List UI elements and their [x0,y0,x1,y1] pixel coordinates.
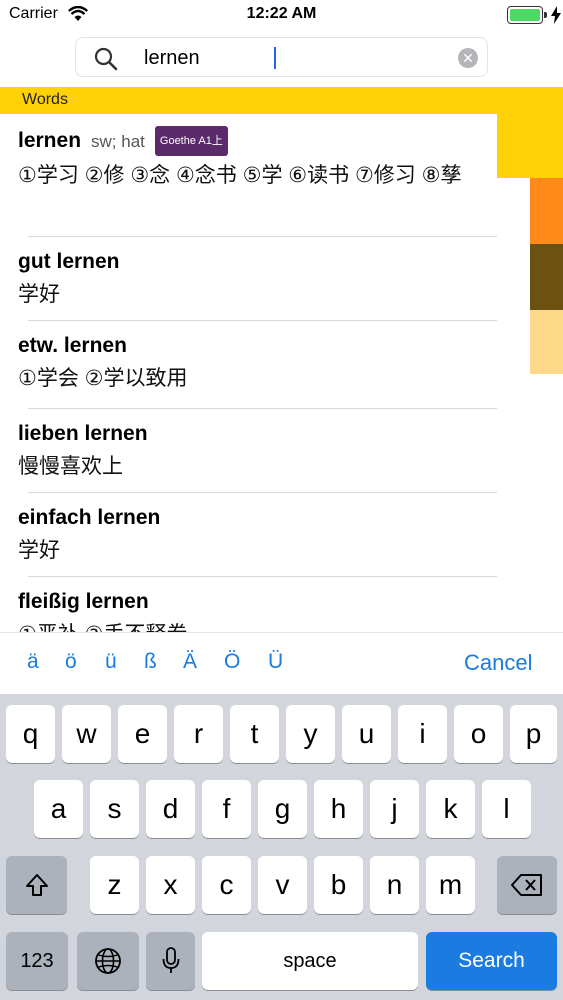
key-w[interactable]: w [62,705,111,763]
list-item[interactable]: einfach lernen 学好 [0,493,497,577]
entry-word: etw. lernen [18,334,127,357]
key-l[interactable]: l [482,780,531,838]
entry-word: gut lernen [18,250,120,273]
charging-bolt-icon [551,6,561,24]
delete-key[interactable] [497,856,557,914]
key-s[interactable]: s [90,780,139,838]
section-index-strips[interactable] [530,178,563,374]
search-icon [94,47,118,71]
search-input[interactable] [144,44,444,72]
key-v[interactable]: v [258,856,307,914]
entry-definition: 慢慢喜欢上 [18,455,123,478]
list-item[interactable]: fleißig lernen ①恶补 ②手不释卷 [0,577,497,632]
results-list[interactable]: lernen sw; hat Goethe A1上 ①学习 ②修 ③念 ④念书 ⑤学… [0,114,497,632]
clear-icon[interactable]: ✕ [458,48,478,68]
accent-key[interactable]: ü [105,650,117,674]
entry-definition: 学好 [18,539,60,562]
section-header: Words [0,87,563,114]
entry-word: lieben lernen [18,422,148,445]
key-z[interactable]: z [90,856,139,914]
search-field[interactable]: ✕ [75,37,488,77]
text-caret [274,47,276,69]
index-strip-light[interactable] [530,310,563,374]
space-key[interactable]: space [202,932,418,990]
numbers-key[interactable]: 123 [6,932,68,990]
key-c[interactable]: c [202,856,251,914]
accent-key[interactable]: Ü [268,650,283,674]
entry-definition: ①学会 ②学以致用 [18,367,188,390]
delete-icon [511,874,542,896]
key-r[interactable]: r [174,705,223,763]
cancel-button[interactable]: Cancel [464,650,532,676]
key-j[interactable]: j [370,780,419,838]
key-e[interactable]: e [118,705,167,763]
key-b[interactable]: b [314,856,363,914]
key-m[interactable]: m [426,856,475,914]
key-t[interactable]: t [230,705,279,763]
list-item[interactable]: etw. lernen ①学会 ②学以致用 [0,321,497,409]
key-k[interactable]: k [426,780,475,838]
shift-key[interactable] [6,856,67,914]
accent-key[interactable]: ß [144,650,157,674]
status-bar: Carrier 12:22 AM [0,0,563,30]
keyboard: q w e r t y u i o p a s d f g h j k l z … [0,694,563,1000]
shift-icon [25,874,48,896]
entry-word: lernen [18,129,82,152]
level-badge: Goethe A1上 [154,126,228,156]
list-item[interactable]: gut lernen 学好 [0,237,497,321]
list-item[interactable]: lernen sw; hat Goethe A1上 ①学习 ②修 ③念 ④念书 ⑤学… [0,114,497,237]
accent-key[interactable]: Ä [183,650,197,674]
section-label: Words [22,91,68,108]
entry-definition: ①学习 ②修 ③念 ④念书 ⑤学 ⑥读书 ⑦修习 ⑧孳 [18,164,462,187]
index-strip-brown[interactable] [530,244,563,310]
list-item[interactable]: lieben lernen 慢慢喜欢上 [0,409,497,493]
microphone-icon [162,947,179,973]
entry-definition: 学好 [18,283,60,306]
globe-icon [95,948,121,974]
search-button[interactable]: Search [426,932,557,990]
key-x[interactable]: x [146,856,195,914]
accent-toolbar: ä ö ü ß Ä Ö Ü Cancel [0,632,563,694]
accent-key[interactable]: Ö [224,650,240,674]
key-q[interactable]: q [6,705,55,763]
accent-key[interactable]: ä [27,650,39,674]
key-u[interactable]: u [342,705,391,763]
key-g[interactable]: g [258,780,307,838]
dictation-key[interactable] [146,932,195,990]
key-f[interactable]: f [202,780,251,838]
key-p[interactable]: p [510,705,557,763]
key-i[interactable]: i [398,705,447,763]
key-n[interactable]: n [370,856,419,914]
entry-meta: sw; hat [91,132,145,151]
key-d[interactable]: d [146,780,195,838]
index-strip-orange[interactable] [530,178,563,244]
key-y[interactable]: y [286,705,335,763]
globe-key[interactable] [77,932,139,990]
status-time: 12:22 AM [246,5,317,22]
entry-word: einfach lernen [18,506,161,529]
accent-key[interactable]: ö [65,650,77,674]
entry-word: fleißig lernen [18,590,149,613]
battery-icon [507,6,561,24]
key-a[interactable]: a [34,780,83,838]
section-index-tab[interactable] [497,114,563,178]
key-h[interactable]: h [314,780,363,838]
entry-definition: ①恶补 ②手不释卷 [18,619,479,632]
key-o[interactable]: o [454,705,503,763]
